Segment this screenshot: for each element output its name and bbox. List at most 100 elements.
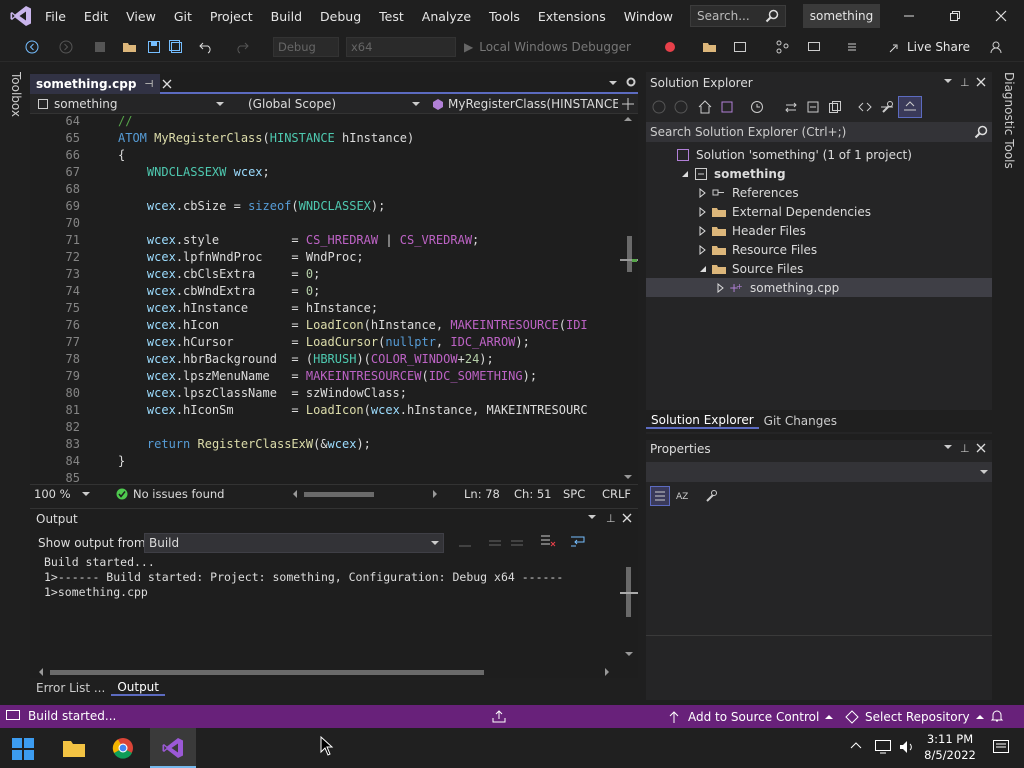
panel-menu-icon[interactable] <box>944 78 952 84</box>
panel-pin-icon[interactable]: ⊥ <box>960 442 970 455</box>
code-line[interactable]: 81 wcex.hIconSm = LoadIcon(wcex.hInstanc… <box>30 403 620 420</box>
comment-icon[interactable] <box>804 38 824 56</box>
live-share-button[interactable]: Live Share <box>888 37 970 57</box>
code-line[interactable]: 79 wcex.lpszMenuName = MAKEINTRESOURCEW(… <box>30 369 620 386</box>
output-horizontal-scrollbar[interactable] <box>38 667 612 677</box>
code-lines[interactable]: 64 // 65 ATOM MyRegisterClass(HINSTANCE hIn… <box>30 114 620 484</box>
menu-item-build[interactable]: Build <box>262 9 311 24</box>
collapsed-arrow-icon[interactable] <box>696 244 710 255</box>
panel-close-icon[interactable] <box>976 77 986 87</box>
scroll-down-icon[interactable] <box>624 474 632 480</box>
notification-center-icon[interactable] <box>992 739 1010 757</box>
word-wrap-icon[interactable] <box>570 534 586 548</box>
next-message-icon[interactable] <box>510 536 524 548</box>
menu-item-tools[interactable]: Tools <box>480 9 529 24</box>
hot-reload-icon[interactable] <box>660 38 680 56</box>
alphabetical-icon[interactable]: AZ <box>676 489 690 503</box>
panel-menu-icon[interactable] <box>944 444 952 450</box>
pending-changes-icon[interactable] <box>750 100 764 114</box>
prev-message-icon[interactable] <box>488 536 502 548</box>
clear-all-icon[interactable] <box>540 534 556 548</box>
tree-item[interactable]: something <box>646 164 992 183</box>
menu-item-analyze[interactable]: Analyze <box>413 9 480 24</box>
tree-item[interactable]: References <box>646 183 992 202</box>
menu-item-view[interactable]: View <box>117 9 165 24</box>
toolbox-tab[interactable]: Toolbox <box>9 72 23 117</box>
function-dropdown[interactable]: MyRegisterClass(HINSTANCE h <box>428 94 618 113</box>
sync-icon[interactable] <box>784 100 798 114</box>
output-vertical-scrollbar[interactable] <box>620 557 638 669</box>
tab-git-changes[interactable]: Git Changes <box>759 414 842 428</box>
scroll-left-icon[interactable] <box>292 489 298 499</box>
tab-error-list[interactable]: Error List ... <box>30 681 111 695</box>
code-line[interactable]: 73 wcex.cbClsExtra = 0; <box>30 267 620 284</box>
split-editor-icon[interactable] <box>620 96 636 112</box>
taskbar-clock[interactable]: 3:11 PM 8/5/2022 <box>920 731 980 763</box>
collapsed-arrow-icon[interactable] <box>696 225 710 236</box>
more-tools-icon[interactable] <box>842 38 862 56</box>
diagnostic-tools-tab[interactable]: Diagnostic Tools <box>1002 72 1016 169</box>
menu-item-debug[interactable]: Debug <box>311 9 370 24</box>
code-line[interactable]: 82 <box>30 420 620 437</box>
home-icon[interactable] <box>698 100 712 114</box>
select-repository-button[interactable]: Select Repository <box>845 708 984 725</box>
properties-wrench-icon[interactable] <box>880 100 894 114</box>
git-icon[interactable] <box>772 38 792 56</box>
layout-icon[interactable] <box>730 38 750 56</box>
preview-selected-items-button[interactable] <box>898 96 922 118</box>
close-icon[interactable] <box>992 8 1010 24</box>
tab-overflow-icon[interactable] <box>606 76 620 90</box>
line-indicator[interactable]: Ln: 78 <box>464 487 500 501</box>
add-to-source-control-button[interactable]: Add to Source Control <box>668 708 834 725</box>
code-line[interactable]: 76 wcex.hIcon = LoadIcon(hInstance, MAKE… <box>30 318 620 335</box>
tab-solution-explorer[interactable]: Solution Explorer <box>646 413 759 429</box>
visual-studio-logo-icon[interactable] <box>8 4 34 28</box>
document-tab[interactable]: something.cpp ⊣ <box>30 74 172 94</box>
scroll-left-icon[interactable] <box>38 667 44 677</box>
code-line[interactable]: 74 wcex.cbWndExtra = 0; <box>30 284 620 301</box>
feedback-icon[interactable] <box>986 38 1006 56</box>
tree-item[interactable]: External Dependencies <box>646 202 992 221</box>
expanded-arrow-icon[interactable] <box>678 170 692 178</box>
code-line[interactable]: 68 <box>30 182 620 199</box>
code-line[interactable]: 84} <box>30 454 620 471</box>
file-explorer-icon[interactable] <box>62 738 86 758</box>
collapsed-arrow-icon[interactable] <box>696 187 710 198</box>
column-indicator[interactable]: Ch: 51 <box>514 487 551 501</box>
tree-item[interactable]: Header Files <box>646 221 992 240</box>
solution-name-badge[interactable]: something <box>803 4 880 28</box>
menu-item-edit[interactable]: Edit <box>75 9 117 24</box>
property-pages-icon[interactable] <box>704 489 718 503</box>
panel-menu-icon[interactable] <box>588 514 596 520</box>
windows-start-icon[interactable] <box>12 738 34 760</box>
code-line[interactable]: 65 ATOM MyRegisterClass(HINSTANCE hInstan… <box>30 131 620 148</box>
solution-search-box[interactable]: Search Solution Explorer (Ctrl+;) <box>646 122 992 142</box>
redo-icon[interactable] <box>232 38 252 56</box>
code-line[interactable]: 64 // <box>30 114 620 131</box>
collapsed-arrow-icon[interactable] <box>696 206 710 217</box>
menu-item-file[interactable]: File <box>36 9 75 24</box>
code-line[interactable]: 69 wcex.cbSize = sizeof(WNDCLASSEX); <box>30 199 620 216</box>
issues-indicator[interactable]: No issues found <box>116 486 224 502</box>
switch-views-icon[interactable] <box>720 100 734 114</box>
line-ending-indicator[interactable]: CRLF <box>602 487 631 501</box>
menu-item-git[interactable]: Git <box>165 9 201 24</box>
editor-vertical-scrollbar[interactable] <box>620 114 638 484</box>
visual-studio-taskbar-button[interactable] <box>150 728 196 768</box>
notifications-icon[interactable] <box>990 709 1004 723</box>
output-h-scrollbar-thumb[interactable] <box>50 670 484 675</box>
menu-item-window[interactable]: Window <box>615 9 682 24</box>
code-line[interactable]: 70 <box>30 216 620 233</box>
panel-pin-icon[interactable]: ⊥ <box>960 76 970 89</box>
code-line[interactable]: 78 wcex.hbrBackground = (HBRUSH)(COLOR_W… <box>30 352 620 369</box>
categorized-button[interactable] <box>650 486 670 506</box>
code-view-icon[interactable] <box>858 100 872 114</box>
code-line[interactable]: 80 wcex.lpszClassName = szWindowClass; <box>30 386 620 403</box>
menu-item-project[interactable]: Project <box>201 9 262 24</box>
code-line[interactable]: 75 wcex.hInstance = hInstance; <box>30 301 620 318</box>
scope-dropdown[interactable]: (Global Scope) <box>244 94 424 113</box>
pin-icon[interactable]: ⊣ <box>144 79 153 90</box>
minimize-icon[interactable] <box>900 8 918 24</box>
save-all-icon[interactable] <box>166 38 186 56</box>
collapsed-arrow-icon[interactable] <box>714 282 728 293</box>
